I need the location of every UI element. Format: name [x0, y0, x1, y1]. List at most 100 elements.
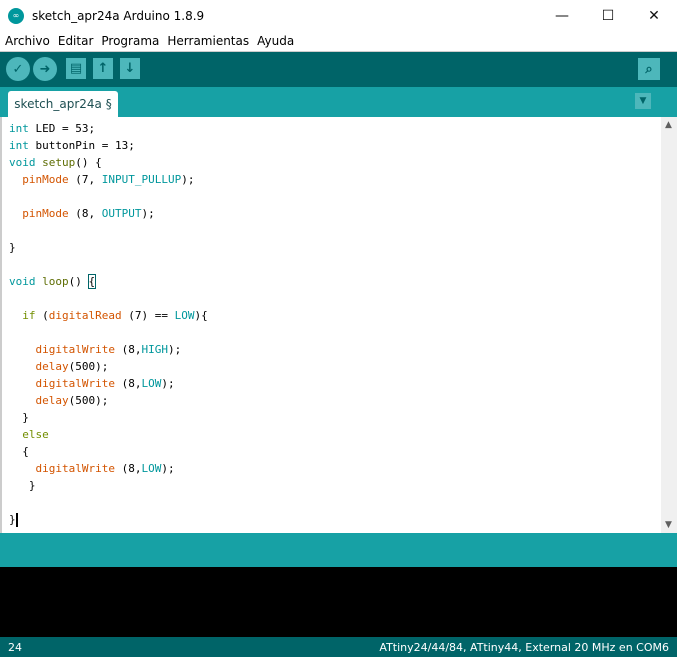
- scroll-up-icon[interactable]: ▲: [665, 120, 672, 130]
- code-editor[interactable]: int LED = 53; int buttonPin = 13; void set…: [0, 117, 661, 533]
- code-token: {: [9, 445, 29, 458]
- arduino-logo-icon: ∞: [8, 7, 24, 24]
- code-token: }: [9, 411, 29, 424]
- code-token: (7,: [68, 173, 102, 186]
- code-token: digitalWrite: [35, 462, 115, 475]
- code-token: LOW: [141, 462, 162, 475]
- code-line: pinMode (7, INPUT_PULLUP);: [9, 171, 194, 188]
- code-token: (: [35, 309, 49, 322]
- code-line: int buttonPin = 13;: [9, 137, 135, 154]
- code-token: setup: [42, 156, 76, 169]
- menu-bar: Archivo Editar Programa Herramientas Ayu…: [0, 31, 677, 52]
- code-token: if: [22, 309, 36, 322]
- menu-archivo[interactable]: Archivo: [0, 34, 53, 48]
- menu-herramientas[interactable]: Herramientas: [162, 34, 252, 48]
- code-token: (8,: [68, 207, 102, 220]
- code-token: pinMode: [22, 207, 69, 220]
- code-token: HIGH: [141, 343, 168, 356]
- code-token: (8,: [114, 343, 142, 356]
- menu-programa[interactable]: Programa: [96, 34, 162, 48]
- code-token: );: [181, 173, 195, 186]
- code-token: int: [9, 139, 29, 152]
- line-number: 24: [8, 640, 22, 654]
- code-token: (500);: [68, 394, 109, 407]
- code-line: digitalWrite (8,LOW);: [9, 460, 175, 477]
- code-line: }: [9, 511, 18, 528]
- tab-sketch[interactable]: sketch_apr24a §: [8, 91, 118, 117]
- code-line: digitalWrite (8,LOW);: [9, 375, 175, 392]
- open-button[interactable]: ↑: [93, 58, 113, 79]
- message-area: [0, 533, 677, 567]
- code-line: }: [9, 239, 16, 256]
- code-line: {: [9, 443, 29, 460]
- code-token: }: [9, 513, 16, 526]
- code-token: }: [9, 241, 16, 254]
- code-token: (8,: [114, 462, 142, 475]
- tab-menu-button[interactable]: ▼: [635, 93, 651, 109]
- console-output: [0, 567, 677, 637]
- code-token: digitalRead: [48, 309, 122, 322]
- verify-button[interactable]: ✓: [6, 57, 30, 81]
- code-token: void: [9, 156, 36, 169]
- code-token: {: [87, 274, 97, 289]
- code-token: delay: [35, 394, 69, 407]
- code-token: () {: [75, 156, 102, 169]
- editor-scrollbar[interactable]: ▲ ▼: [661, 117, 677, 533]
- serial-monitor-button[interactable]: ⌕: [638, 58, 660, 80]
- code-token: LOW: [174, 309, 195, 322]
- code-line: delay(500);: [9, 392, 109, 409]
- code-token: INPUT_PULLUP: [101, 173, 182, 186]
- code-token: );: [167, 343, 182, 356]
- code-line: if (digitalRead (7) == LOW){: [9, 307, 207, 324]
- text-cursor: [15, 513, 18, 527]
- board-info: ATtiny24/44/84, ATtiny44, External 20 MH…: [379, 640, 669, 654]
- code-line: }: [9, 409, 29, 426]
- new-button[interactable]: ▤: [66, 58, 86, 79]
- code-line: pinMode (8, OUTPUT);: [9, 205, 155, 222]
- title-bar: ∞ sketch_apr24a Arduino 1.8.9 — ☐ ✕: [0, 0, 677, 31]
- code-token: digitalWrite: [35, 377, 115, 390]
- code-token: (8,: [114, 377, 142, 390]
- tab-bar: sketch_apr24a § ▼: [0, 87, 677, 117]
- minimize-button[interactable]: —: [539, 0, 585, 31]
- menu-editar[interactable]: Editar: [53, 34, 97, 48]
- code-line: }: [9, 477, 36, 494]
- code-line: delay(500);: [9, 358, 109, 375]
- code-token: LOW: [141, 377, 162, 390]
- code-token: buttonPin = 13;: [28, 139, 135, 152]
- upload-button[interactable]: ➜: [33, 57, 57, 81]
- code-token: );: [141, 207, 155, 220]
- code-token: );: [161, 462, 175, 475]
- code-token: delay: [35, 360, 69, 373]
- code-line: void loop() {: [9, 273, 97, 290]
- scroll-down-icon[interactable]: ▼: [665, 520, 672, 530]
- window-title: sketch_apr24a Arduino 1.8.9: [32, 8, 205, 23]
- code-token: }: [9, 479, 36, 492]
- code-token: loop: [42, 275, 69, 288]
- status-bar: 24 ATtiny24/44/84, ATtiny44, External 20…: [0, 637, 677, 657]
- code-token: (7) ==: [121, 309, 175, 322]
- code-line: void setup() {: [9, 154, 102, 171]
- code-line: digitalWrite (8,HIGH);: [9, 341, 182, 358]
- maximize-button[interactable]: ☐: [585, 0, 631, 31]
- menu-ayuda[interactable]: Ayuda: [252, 34, 297, 48]
- code-token: pinMode: [22, 173, 69, 186]
- code-token: digitalWrite: [35, 343, 115, 356]
- code-token: (500);: [68, 360, 109, 373]
- close-button[interactable]: ✕: [631, 0, 677, 31]
- code-line: else: [9, 426, 49, 443]
- toolbar: ✓ ➜ ▤ ↑ ↓ ⌕: [0, 52, 677, 87]
- code-token: void: [9, 275, 36, 288]
- save-button[interactable]: ↓: [120, 58, 140, 79]
- code-line: int LED = 53;: [9, 120, 95, 137]
- code-token: (): [68, 275, 89, 288]
- code-token: OUTPUT: [101, 207, 142, 220]
